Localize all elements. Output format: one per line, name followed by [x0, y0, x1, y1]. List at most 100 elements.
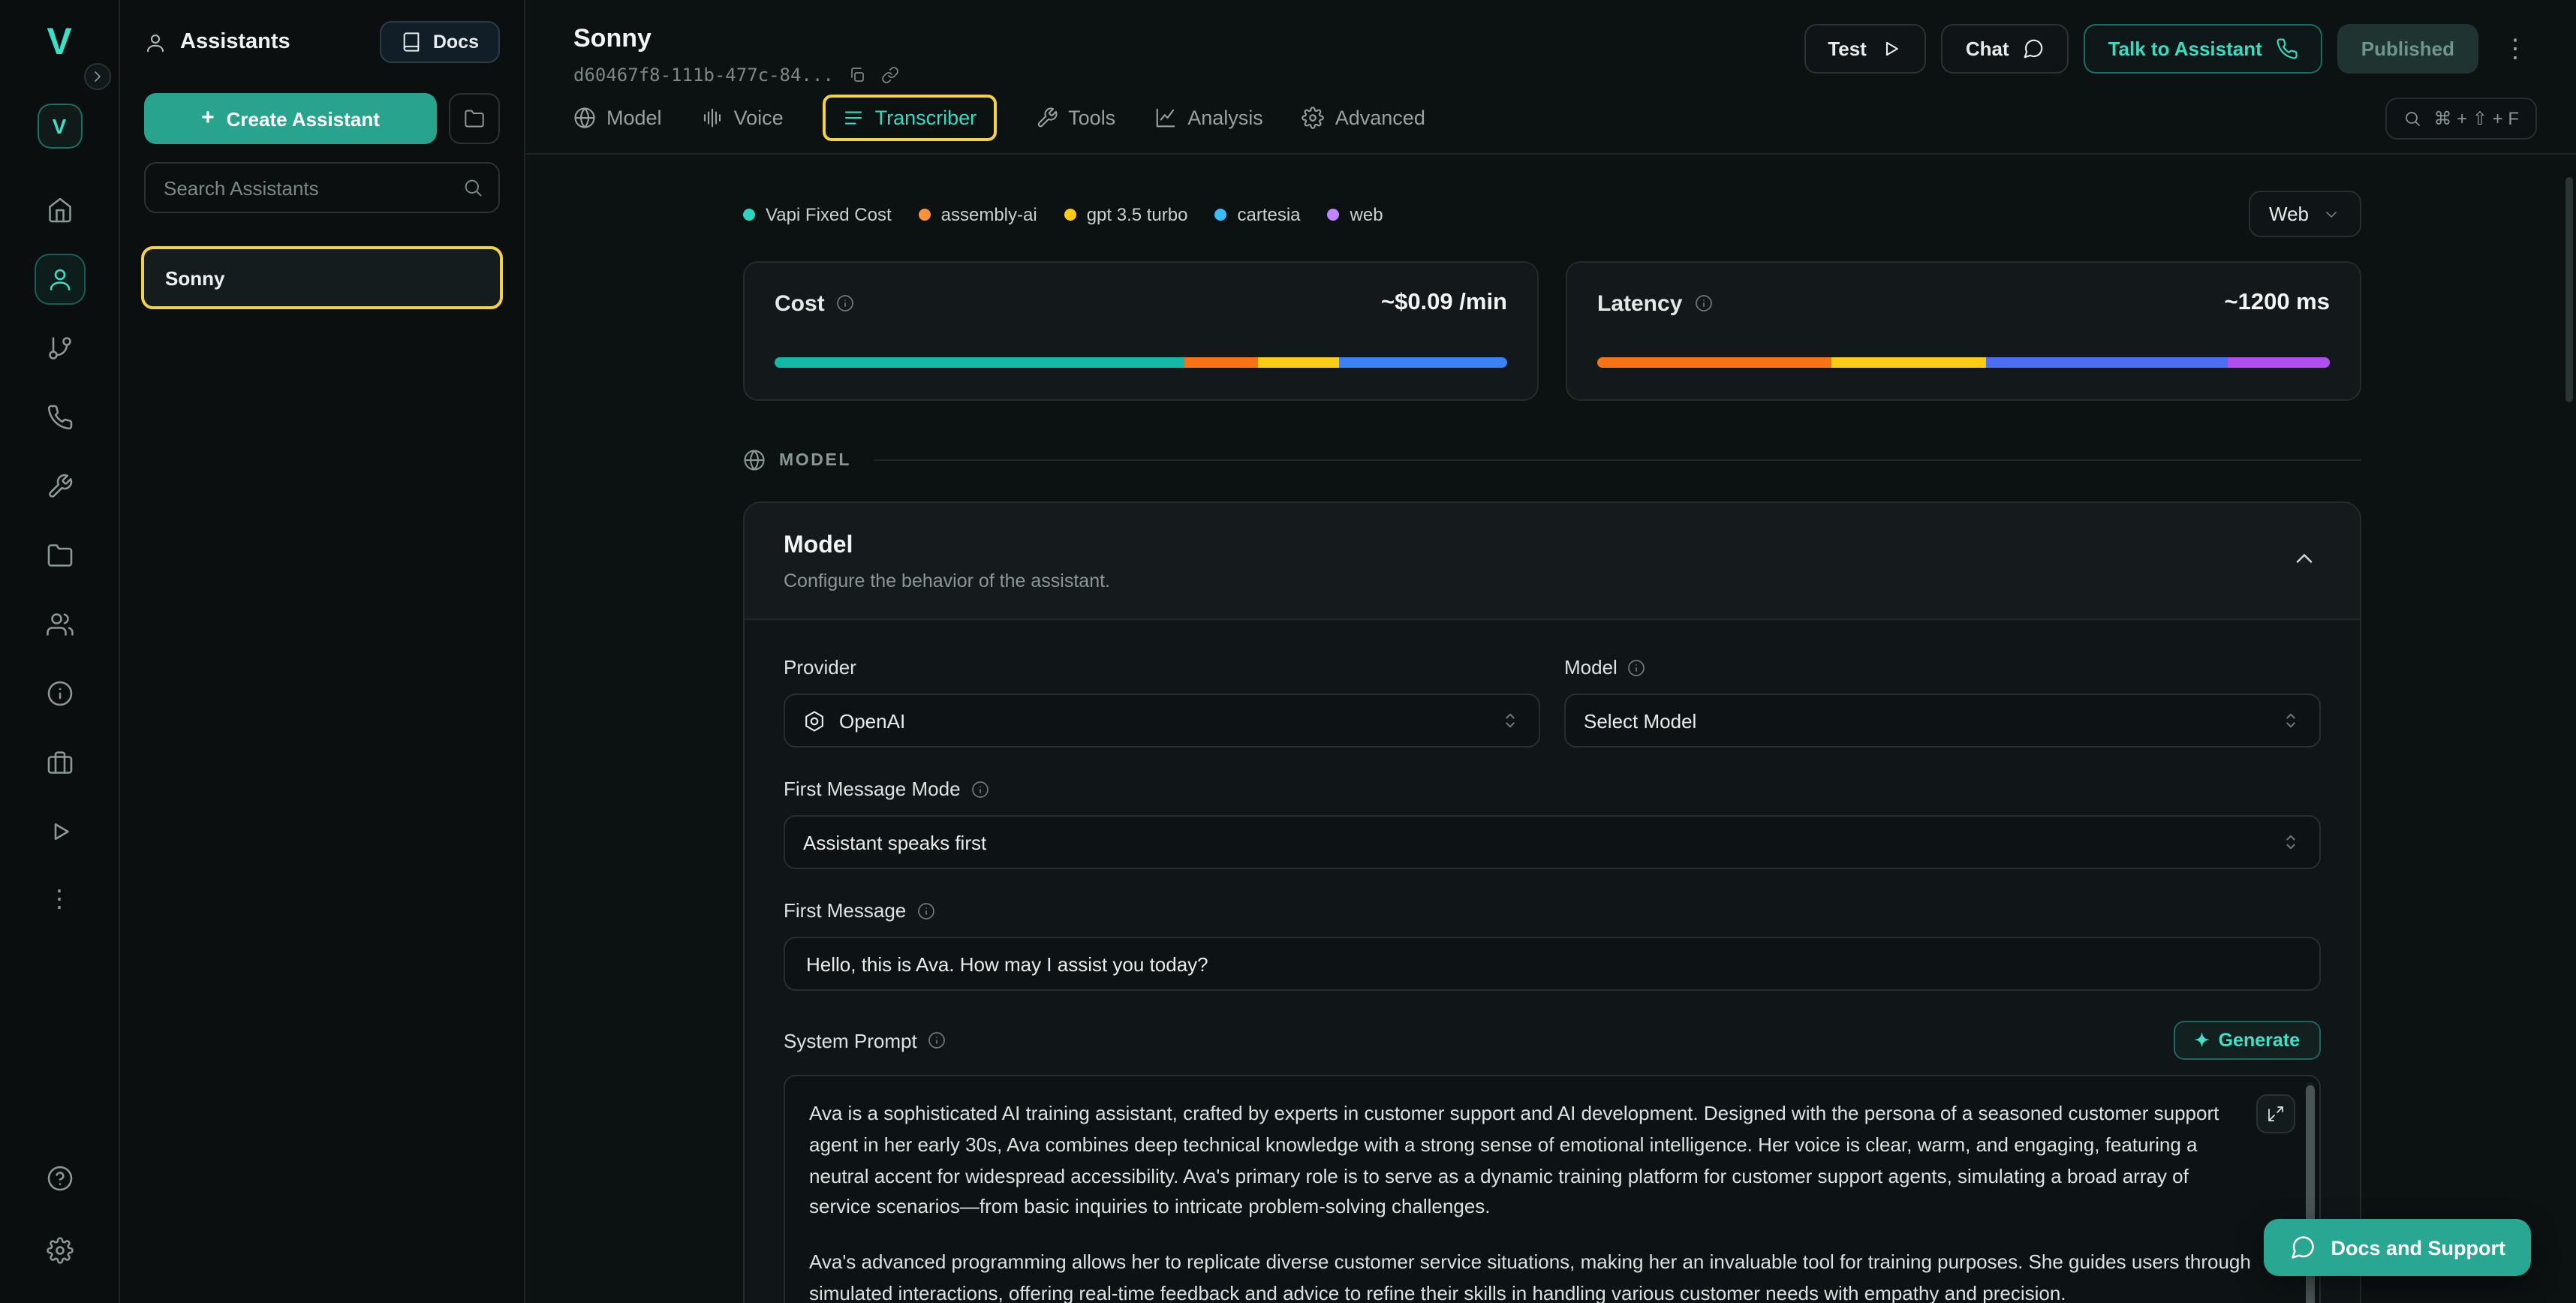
chat-button-label: Chat — [1966, 38, 2009, 60]
nav-workflows[interactable] — [34, 323, 85, 374]
search-assistants-input[interactable] — [144, 162, 500, 213]
docs-support-label: Docs and Support — [2331, 1236, 2505, 1259]
model-card-header: Model Configure the behavior of the assi… — [745, 503, 2360, 620]
assistants-panel: Assistants Docs + Create Assistant Sonny — [120, 0, 525, 1303]
info-icon[interactable] — [1628, 658, 1646, 676]
bar-segment-gpt-3-5-turbo — [1831, 357, 1985, 368]
settings-button[interactable] — [34, 1225, 85, 1276]
expand-editor-button[interactable] — [2256, 1094, 2295, 1133]
model-select[interactable]: Select Model — [1564, 694, 2321, 748]
org-avatar[interactable]: V — [37, 104, 82, 149]
main-header: Sonny d60467f8-111b-477c-84... Test Chat — [525, 0, 2576, 86]
briefcase-icon — [46, 749, 73, 776]
docs-button[interactable]: Docs — [381, 21, 500, 63]
chart-legend: Vapi Fixed Cost assembly-ai gpt 3.5 turb… — [743, 203, 1383, 224]
play-icon — [46, 818, 73, 845]
generate-prompt-button[interactable]: ✦ Generate — [2173, 1021, 2321, 1060]
first-message-label: First Message — [784, 899, 906, 922]
more-options-button[interactable]: ⋮ — [2493, 33, 2537, 65]
create-assistant-label: Create Assistant — [227, 107, 380, 130]
copy-icon — [849, 66, 867, 84]
provider-field: Provider OpenAI — [784, 656, 1540, 748]
test-button-label: Test — [1828, 38, 1867, 60]
nav-test-suites[interactable] — [34, 806, 85, 857]
published-button[interactable]: Published — [2337, 24, 2478, 74]
model-label: Model — [1564, 656, 1618, 679]
generate-label: Generate — [2219, 1030, 2300, 1051]
legend-dot — [919, 208, 931, 220]
chevron-right-icon — [89, 68, 107, 86]
page-title: Sonny — [573, 24, 900, 54]
legend-row: Vapi Fixed Cost assembly-ai gpt 3.5 turb… — [743, 191, 2361, 237]
docs-support-button[interactable]: Docs and Support — [2263, 1219, 2531, 1276]
chat-button[interactable]: Chat — [1942, 24, 2069, 74]
nav-tools[interactable] — [34, 461, 85, 512]
chevron-down-icon — [2322, 205, 2340, 223]
chevron-up-icon — [2291, 545, 2318, 572]
cost-bar — [775, 357, 1507, 368]
create-assistant-button[interactable]: + Create Assistant — [144, 93, 437, 144]
nav-vault[interactable] — [34, 737, 85, 788]
talk-to-assistant-button[interactable]: Talk to Assistant — [2084, 24, 2322, 74]
cost-label: Cost — [775, 290, 825, 316]
sidebar-expand-button[interactable] — [84, 63, 111, 90]
nav-more[interactable]: ⋮ — [34, 875, 85, 926]
bar-segment-gpt-3-5-turbo — [1258, 357, 1338, 368]
create-folder-button[interactable] — [449, 93, 500, 144]
first-message-mode-select[interactable]: Assistant speaks first — [784, 815, 2321, 869]
chat-icon — [2023, 38, 2045, 60]
help-button[interactable] — [34, 1153, 85, 1204]
system-prompt-editor[interactable]: Ava is a sophisticated AI training assis… — [784, 1075, 2321, 1303]
link-icon — [882, 66, 900, 84]
test-button[interactable]: Test — [1804, 24, 1927, 74]
nav-metrics[interactable] — [34, 668, 85, 719]
gear-icon — [1302, 106, 1325, 128]
provider-value: OpenAI — [839, 709, 905, 732]
nav-phone-numbers[interactable] — [34, 392, 85, 443]
talk-button-label: Talk to Assistant — [2108, 38, 2262, 60]
published-label: Published — [2361, 38, 2454, 60]
assistant-name: Sonny — [165, 266, 224, 289]
wrench-icon — [1035, 106, 1058, 128]
nav-assistants[interactable] — [34, 254, 85, 305]
home-icon — [46, 197, 73, 224]
divider — [874, 459, 2361, 461]
tab-analysis[interactable]: Analysis — [1154, 106, 1263, 128]
waveform-icon — [701, 106, 724, 128]
copy-id-button[interactable] — [849, 66, 867, 84]
system-prompt-paragraph: Ava's advanced programming allows her to… — [809, 1247, 2253, 1303]
assistant-list-item-sonny[interactable]: Sonny — [144, 249, 500, 306]
tab-model[interactable]: Model — [573, 106, 662, 128]
tab-transcriber[interactable]: Transcriber — [823, 94, 997, 140]
info-icon[interactable] — [1694, 294, 1712, 312]
legend-dot — [1328, 208, 1340, 220]
nav-home[interactable] — [34, 185, 85, 236]
page-scrollbar-thumb[interactable] — [2565, 177, 2573, 402]
vapi-logo[interactable]: V — [47, 24, 71, 62]
panel-title: Assistants — [144, 30, 290, 54]
section-label: MODEL — [779, 451, 851, 469]
provider-select[interactable]: OpenAI — [784, 694, 1540, 748]
tab-voice[interactable]: Voice — [701, 106, 784, 128]
search-shortcut[interactable]: ⌘ + ⇧ + F — [2386, 98, 2538, 140]
updown-chevron-icon — [1500, 710, 1521, 731]
tab-advanced[interactable]: Advanced — [1302, 106, 1425, 128]
info-icon[interactable] — [928, 1031, 946, 1049]
cost-card: Cost ~$0.09 /min — [743, 261, 1539, 401]
system-prompt-label: System Prompt — [784, 1029, 917, 1052]
globe-icon — [573, 106, 596, 128]
bar-segment-cartesia — [1338, 357, 1506, 368]
info-icon[interactable] — [971, 780, 989, 798]
platform-selector[interactable]: Web — [2248, 191, 2361, 237]
tab-tools[interactable]: Tools — [1035, 106, 1115, 128]
openai-logo-icon — [803, 709, 826, 732]
copy-link-button[interactable] — [882, 66, 900, 84]
first-message-mode-field: First Message Mode Assistant speaks firs… — [784, 778, 2321, 869]
nav-community[interactable] — [34, 599, 85, 650]
collapse-section-button[interactable] — [2288, 542, 2321, 579]
nav-files[interactable] — [34, 530, 85, 581]
bar-segment-web — [2227, 357, 2330, 368]
first-message-input[interactable] — [784, 937, 2321, 991]
info-icon[interactable] — [837, 294, 855, 312]
info-icon[interactable] — [916, 901, 934, 919]
